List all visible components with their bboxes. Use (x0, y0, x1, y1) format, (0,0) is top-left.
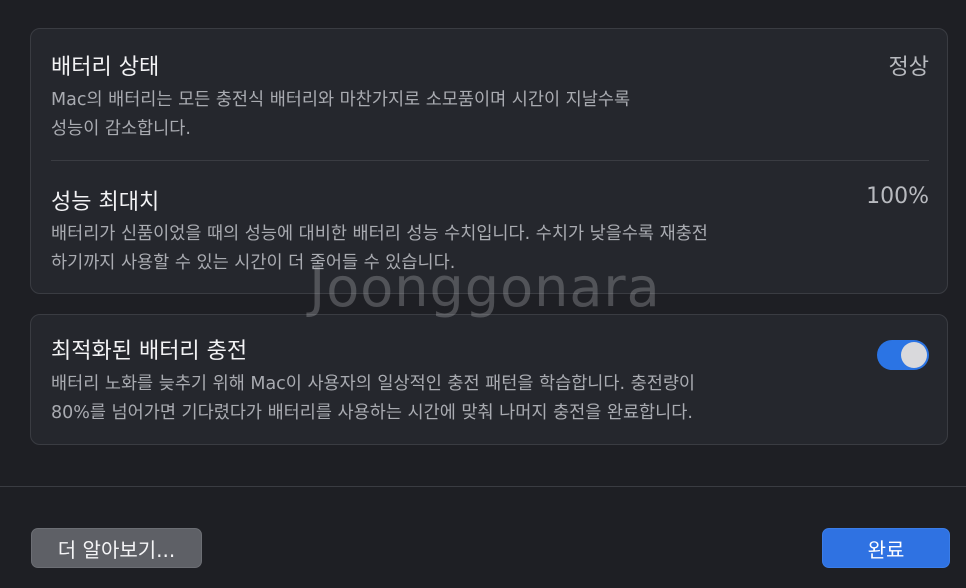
footer-divider (0, 486, 966, 487)
learn-more-button[interactable]: 더 알아보기... (31, 528, 202, 568)
toggle-knob (901, 342, 927, 368)
optimized-charging-title: 최적화된 배터리 충전 (51, 339, 248, 364)
panel-divider (51, 160, 929, 161)
battery-info-panel: 배터리 상태 정상 Mac의 배터리는 모든 충전식 배터리와 마찬가지로 소모… (30, 28, 948, 294)
done-button[interactable]: 완료 (822, 528, 950, 568)
maximum-capacity-row: 성능 최대치 100% 배터리가 신품이었을 때의 성능에 대비한 배터리 성능… (51, 184, 929, 284)
battery-health-description: Mac의 배터리는 모든 충전식 배터리와 마찬가지로 소모품이며 시간이 지날… (51, 90, 631, 139)
maximum-capacity-value: 100% (866, 184, 929, 209)
battery-health-title: 배터리 상태 (51, 55, 160, 80)
maximum-capacity-description: 배터리가 신품이었을 때의 성능에 대비한 배터리 성능 수치입니다. 수치가 … (51, 224, 708, 273)
optimized-charging-toggle[interactable] (877, 340, 929, 370)
battery-health-value: 정상 (888, 55, 929, 80)
maximum-capacity-title: 성능 최대치 (51, 190, 160, 215)
optimized-charging-panel: 최적화된 배터리 충전 배터리 노화를 늦추기 위해 Mac이 사용자의 일상적… (30, 314, 948, 445)
optimized-charging-description: 배터리 노화를 늦추기 위해 Mac이 사용자의 일상적인 충전 패턴을 학습합… (51, 374, 696, 423)
optimized-charging-row: 최적화된 배터리 충전 배터리 노화를 늦추기 위해 Mac이 사용자의 일상적… (51, 333, 929, 433)
battery-health-row: 배터리 상태 정상 Mac의 배터리는 모든 충전식 배터리와 마찬가지로 소모… (51, 49, 929, 161)
